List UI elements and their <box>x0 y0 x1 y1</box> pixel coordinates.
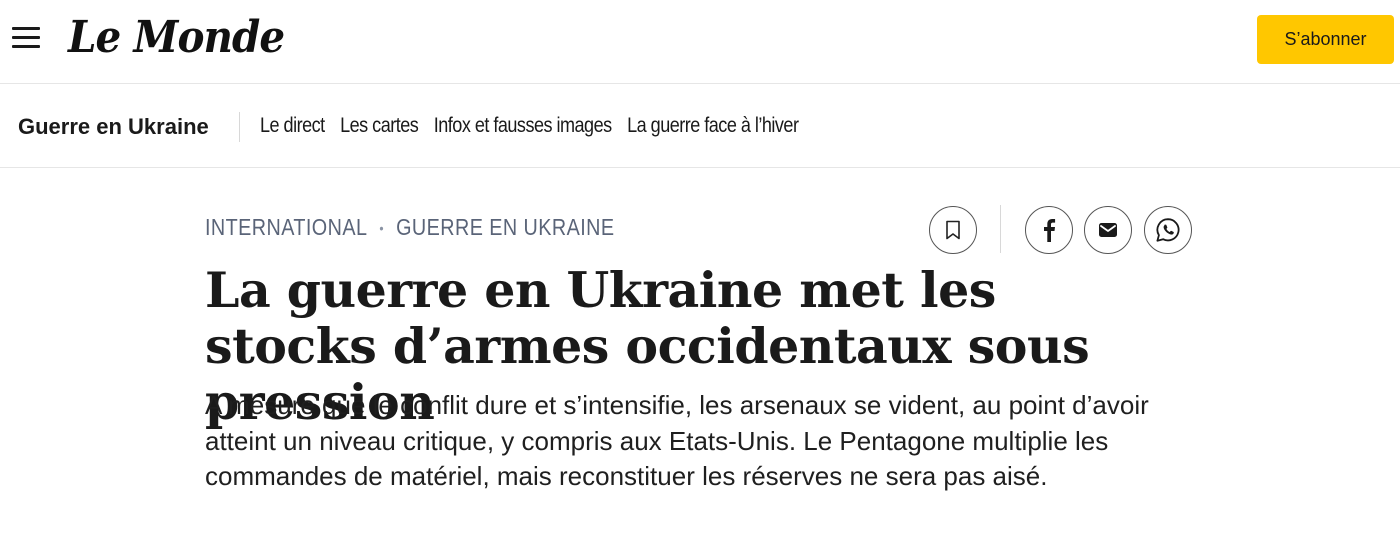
section-link-direct[interactable]: Le direct <box>260 114 325 138</box>
article-lede: A mesure que le conflit dure et s’intens… <box>205 390 1149 491</box>
section-link-cartes[interactable]: Les cartes <box>340 114 419 138</box>
whatsapp-icon[interactable] <box>1144 206 1192 254</box>
site-header: Le Monde S’abonner <box>0 0 1400 84</box>
kicker-separator: • <box>379 219 385 236</box>
section-nav: Guerre en Ukraine Le direct Les cartes I… <box>0 85 1400 168</box>
article-kicker: INTERNATIONAL • GUERRE EN UKRAINE <box>205 214 614 241</box>
section-link-hiver[interactable]: La guerre face à l’hiver <box>627 114 799 138</box>
section-divider <box>239 112 240 142</box>
bookmark-icon[interactable] <box>929 206 977 254</box>
section-title[interactable]: Guerre en Ukraine <box>18 114 209 140</box>
hamburger-menu-icon[interactable] <box>12 27 42 51</box>
facebook-icon[interactable] <box>1025 206 1073 254</box>
share-bar <box>928 205 1198 255</box>
section-link-infox[interactable]: Infox et fausses images <box>434 114 612 138</box>
site-logo[interactable]: Le Monde <box>68 12 285 63</box>
share-divider <box>1000 205 1001 253</box>
subscribe-button[interactable]: S’abonner <box>1257 15 1394 64</box>
kicker-category[interactable]: INTERNATIONAL <box>205 214 367 241</box>
kicker-subcategory[interactable]: GUERRE EN UKRAINE <box>396 214 614 241</box>
section-links: Le direct Les cartes Infox et fausses im… <box>260 114 799 138</box>
email-icon[interactable] <box>1084 206 1132 254</box>
